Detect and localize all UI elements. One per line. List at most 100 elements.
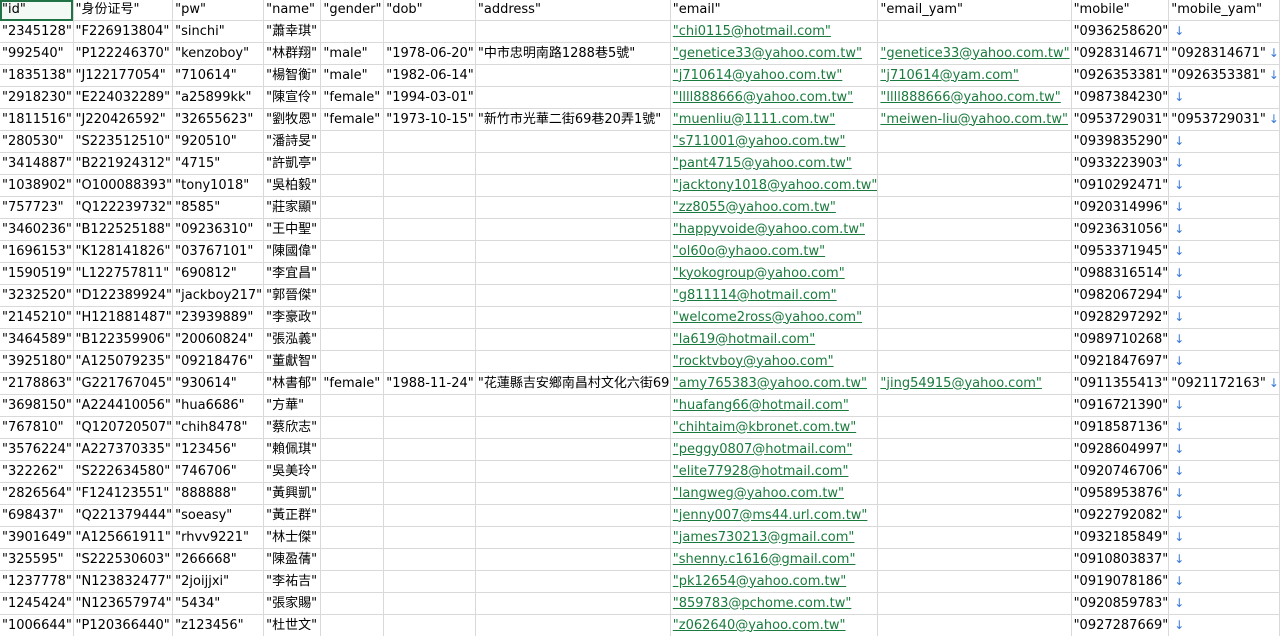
cell-mobile_yam[interactable]: "0953729031" ↓ xyxy=(1168,108,1280,131)
cell-pw[interactable]: "chih8478" xyxy=(172,416,265,439)
cell-id[interactable]: "3698150" xyxy=(0,394,74,417)
cell-dob[interactable] xyxy=(383,592,476,615)
cell-email[interactable]: "shenny.c1616@gmail.com" xyxy=(670,548,879,571)
cell-name[interactable]: "林群翔" xyxy=(263,42,322,65)
cell-email[interactable]: "huafang66@hotmail.com" xyxy=(670,394,879,417)
cell-dob[interactable] xyxy=(383,174,476,197)
cell-id[interactable]: "1237778" xyxy=(0,570,74,593)
cell-name[interactable]: "吳美玲" xyxy=(263,460,322,483)
cell-id[interactable]: "3414887" xyxy=(0,152,74,175)
header-cell-gender[interactable]: "gender" xyxy=(320,0,385,21)
cell-address[interactable] xyxy=(475,614,671,636)
cell-email[interactable]: "james730213@gmail.com" xyxy=(670,526,879,549)
cell-email_yam[interactable] xyxy=(877,504,1072,527)
cell-gender[interactable] xyxy=(320,504,385,527)
header-cell-id[interactable]: "id" xyxy=(0,0,74,21)
cell-mobile_yam[interactable]: ↓ xyxy=(1168,218,1280,241)
cell-idno[interactable]: "B122359906" xyxy=(73,328,174,351)
cell-id[interactable]: "767810" xyxy=(0,416,74,439)
cell-gender[interactable] xyxy=(320,262,385,285)
cell-email_yam[interactable] xyxy=(877,284,1072,307)
cell-mobile_yam[interactable]: ↓ xyxy=(1168,416,1280,439)
down-arrow-icon[interactable]: ↓ xyxy=(1269,68,1279,82)
cell-mobile_yam[interactable]: ↓ xyxy=(1168,328,1280,351)
down-arrow-icon[interactable]: ↓ xyxy=(1174,332,1184,346)
cell-id[interactable]: "757723" xyxy=(0,196,74,219)
cell-idno[interactable]: "N123832477" xyxy=(73,570,174,593)
cell-name[interactable]: "林書郁" xyxy=(263,372,322,395)
cell-email_yam[interactable] xyxy=(877,526,1072,549)
cell-id[interactable]: "2918230" xyxy=(0,86,74,109)
cell-dob[interactable] xyxy=(383,350,476,373)
cell-gender[interactable] xyxy=(320,416,385,439)
cell-mobile_yam[interactable]: "0921172163" ↓ xyxy=(1168,372,1280,395)
cell-mobile[interactable]: "0933223903" xyxy=(1071,152,1170,175)
cell-mobile_yam[interactable]: "0928314671" ↓ xyxy=(1168,42,1280,65)
cell-name[interactable]: "吳柏毅" xyxy=(263,174,322,197)
cell-address[interactable] xyxy=(475,526,671,549)
cell-gender[interactable]: "male" xyxy=(320,64,385,87)
cell-dob[interactable] xyxy=(383,526,476,549)
cell-dob[interactable] xyxy=(383,262,476,285)
down-arrow-icon[interactable]: ↓ xyxy=(1269,112,1279,126)
cell-email[interactable]: "jacktony1018@yahoo.com.tw" xyxy=(670,174,879,197)
down-arrow-icon[interactable]: ↓ xyxy=(1174,398,1184,412)
cell-gender[interactable] xyxy=(320,482,385,505)
cell-address[interactable] xyxy=(475,306,671,329)
cell-dob[interactable] xyxy=(383,614,476,636)
cell-mobile[interactable]: "0928604997" xyxy=(1071,438,1170,461)
cell-email_yam[interactable] xyxy=(877,196,1072,219)
cell-mobile_yam[interactable]: ↓ xyxy=(1168,240,1280,263)
cell-id[interactable]: "3464589" xyxy=(0,328,74,351)
cell-name[interactable]: "楊智衡" xyxy=(263,64,322,87)
cell-name[interactable]: "郭晉傑" xyxy=(263,284,322,307)
cell-mobile_yam[interactable]: ↓ xyxy=(1168,438,1280,461)
cell-id[interactable]: "1245424" xyxy=(0,592,74,615)
down-arrow-icon[interactable]: ↓ xyxy=(1174,90,1184,104)
cell-address[interactable] xyxy=(475,592,671,615)
cell-pw[interactable]: "sinchi" xyxy=(172,20,265,43)
down-arrow-icon[interactable]: ↓ xyxy=(1174,156,1184,170)
down-arrow-icon[interactable]: ↓ xyxy=(1174,420,1184,434)
cell-idno[interactable]: "E224032289" xyxy=(73,86,174,109)
cell-pw[interactable]: "kenzoboy" xyxy=(172,42,265,65)
cell-gender[interactable] xyxy=(320,240,385,263)
cell-dob[interactable] xyxy=(383,394,476,417)
cell-email[interactable]: "elite77928@hotmail.com" xyxy=(670,460,879,483)
cell-idno[interactable]: "J220426592" xyxy=(73,108,174,131)
cell-mobile_yam[interactable]: ↓ xyxy=(1168,174,1280,197)
cell-address[interactable] xyxy=(475,460,671,483)
cell-email_yam[interactable]: "meiwen-liu@yahoo.com.tw" xyxy=(877,108,1072,131)
cell-email[interactable]: "rocktvboy@yahoo.com" xyxy=(670,350,879,373)
cell-address[interactable] xyxy=(475,196,671,219)
cell-email[interactable]: "g811114@hotmail.com" xyxy=(670,284,879,307)
cell-gender[interactable]: "female" xyxy=(320,372,385,395)
cell-dob[interactable] xyxy=(383,482,476,505)
cell-pw[interactable]: "920510" xyxy=(172,130,265,153)
cell-mobile_yam[interactable]: ↓ xyxy=(1168,394,1280,417)
cell-email[interactable]: "welcome2ross@yahoo.com" xyxy=(670,306,879,329)
cell-idno[interactable]: "H121881487" xyxy=(73,306,174,329)
cell-dob[interactable] xyxy=(383,460,476,483)
cell-mobile[interactable]: "0910292471" xyxy=(1071,174,1170,197)
cell-email[interactable]: "kyokogroup@yahoo.com" xyxy=(670,262,879,285)
cell-gender[interactable] xyxy=(320,394,385,417)
cell-id[interactable]: "322262" xyxy=(0,460,74,483)
cell-id[interactable]: "1811516" xyxy=(0,108,74,131)
cell-pw[interactable]: "z123456" xyxy=(172,614,265,636)
cell-gender[interactable] xyxy=(320,152,385,175)
cell-email[interactable]: "happyvoide@yahoo.com.tw" xyxy=(670,218,879,241)
cell-name[interactable]: "蕭幸琪" xyxy=(263,20,322,43)
cell-name[interactable]: "陳宣伶" xyxy=(263,86,322,109)
cell-email_yam[interactable] xyxy=(877,570,1072,593)
cell-email[interactable]: "langweg@yahoo.com.tw" xyxy=(670,482,879,505)
cell-email[interactable]: "zz8055@yahoo.com.tw" xyxy=(670,196,879,219)
cell-mobile_yam[interactable]: ↓ xyxy=(1168,130,1280,153)
down-arrow-icon[interactable]: ↓ xyxy=(1174,178,1184,192)
cell-dob[interactable]: "1973-10-15" xyxy=(383,108,476,131)
cell-address[interactable] xyxy=(475,20,671,43)
cell-mobile[interactable]: "0989710268" xyxy=(1071,328,1170,351)
cell-idno[interactable]: "J122177054" xyxy=(73,64,174,87)
cell-dob[interactable] xyxy=(383,152,476,175)
cell-pw[interactable]: "746706" xyxy=(172,460,265,483)
